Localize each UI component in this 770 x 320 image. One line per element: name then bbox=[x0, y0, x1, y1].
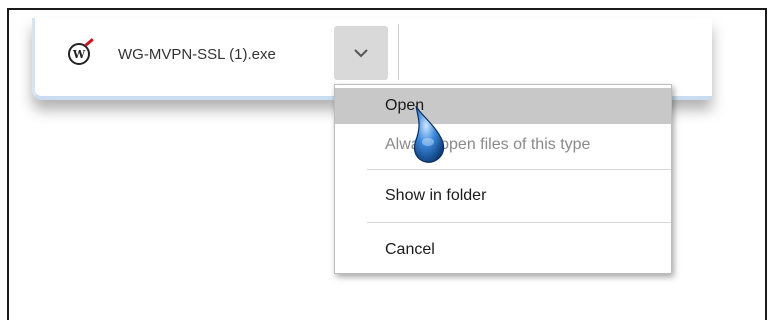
download-file-name[interactable]: WG-MVPN-SSL (1).exe bbox=[118, 46, 276, 63]
download-context-menu: Open Always open files of this type Show… bbox=[334, 84, 672, 274]
menu-item-always-open[interactable]: Always open files of this type bbox=[335, 126, 671, 164]
menu-item-cancel[interactable]: Cancel bbox=[335, 231, 671, 269]
menu-separator bbox=[367, 222, 671, 223]
menu-item-show-in-folder[interactable]: Show in folder bbox=[335, 177, 671, 215]
download-menu-button[interactable] bbox=[334, 26, 388, 80]
menu-item-open[interactable]: Open bbox=[335, 88, 671, 124]
watchguard-logo-icon: W bbox=[68, 43, 90, 65]
download-item[interactable]: W WG-MVPN-SSL (1).exe bbox=[68, 36, 276, 72]
chevron-down-icon bbox=[354, 48, 368, 57]
menu-separator bbox=[367, 169, 671, 170]
download-item-separator bbox=[398, 24, 399, 80]
